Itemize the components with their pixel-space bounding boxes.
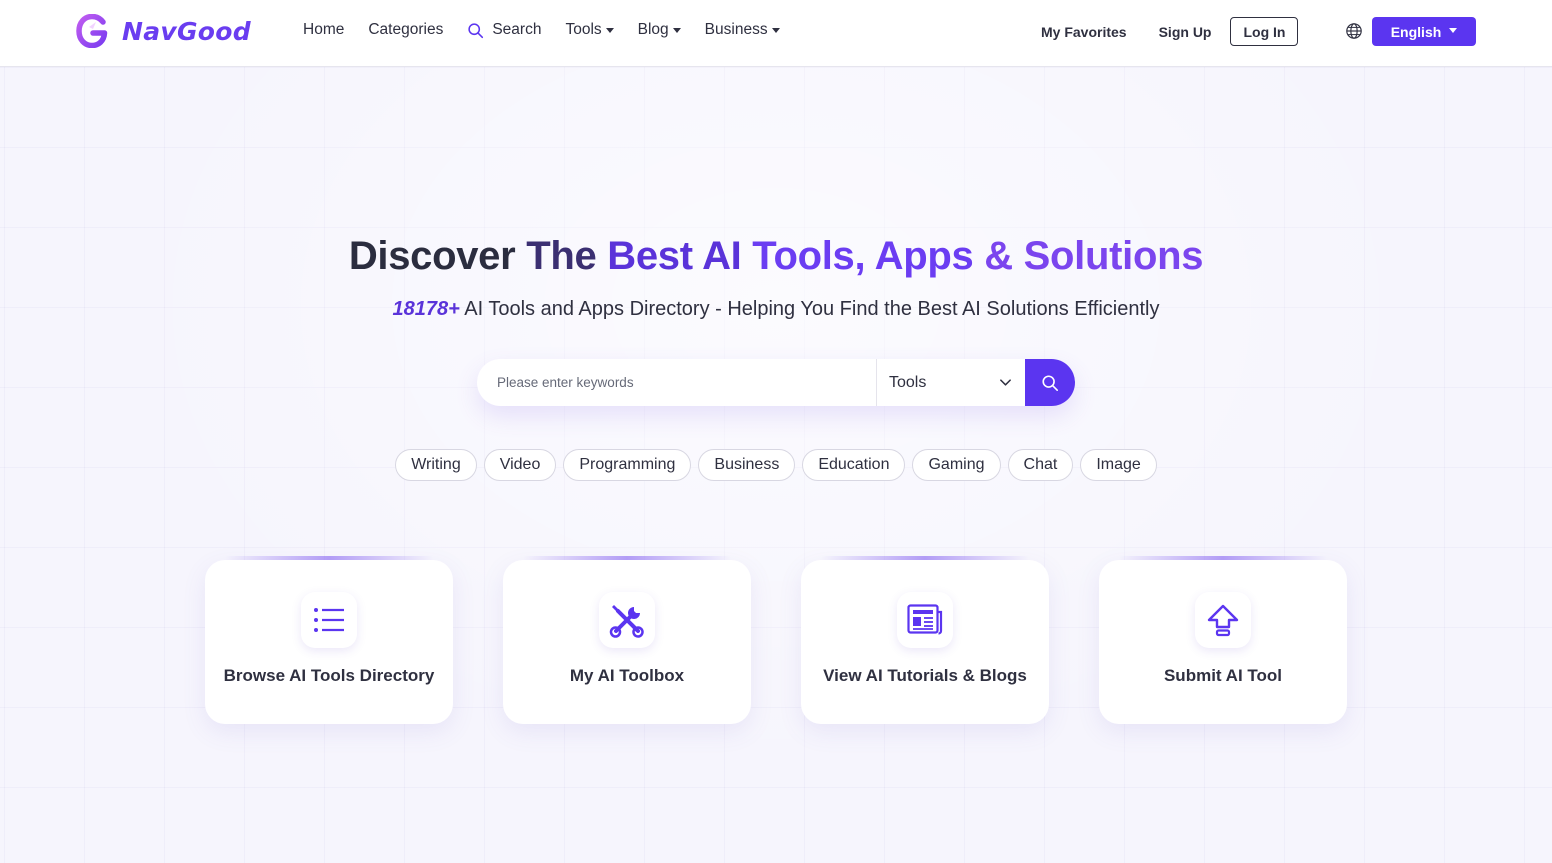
nav-home-label: Home: [303, 21, 345, 38]
upload-icon: [1207, 604, 1239, 637]
globe-icon[interactable]: [1345, 22, 1363, 40]
nav-blog-label: Blog: [637, 21, 669, 38]
brand-name: NavGood: [122, 16, 251, 46]
nav-home[interactable]: Home: [303, 21, 344, 39]
language-label: English: [1390, 23, 1442, 40]
card-label: View AI Tutorials & Blogs: [823, 666, 1027, 685]
hero-title-part1: Discover: [348, 234, 527, 278]
tutorials-blogs-card[interactable]: View AI Tutorials & Blogs: [801, 556, 1049, 724]
nav-business-label: Business: [704, 21, 768, 38]
caret-down-icon: [1449, 28, 1458, 33]
tag-business[interactable]: Business: [698, 449, 796, 481]
card-icon-box: [599, 592, 655, 648]
nav-search[interactable]: Search: [467, 21, 541, 39]
tools-icon: [609, 605, 644, 638]
search-icon: [468, 22, 484, 38]
card-icon-box: [1195, 592, 1251, 648]
language-dropdown-button[interactable]: English: [1372, 17, 1476, 46]
tag-programming[interactable]: Programming: [563, 449, 692, 481]
nav-categories-label: Categories: [368, 21, 444, 38]
hero-title: Discover The Best AI Tools, Apps & Solut…: [0, 234, 1552, 279]
card-label: Browse AI Tools Directory: [223, 666, 435, 685]
my-favorites-link[interactable]: My Favorites: [1041, 24, 1127, 40]
tag-video[interactable]: Video: [483, 449, 557, 481]
card-icon-box: [897, 592, 953, 648]
card-label: My AI Toolbox: [569, 666, 685, 685]
nav-tools-dropdown[interactable]: Tools: [565, 21, 614, 39]
search-type-select[interactable]: Tools: [876, 359, 1025, 406]
submit-tool-card[interactable]: Submit AI Tool: [1099, 556, 1347, 724]
nav-blog-dropdown[interactable]: Blog: [638, 21, 681, 39]
search-submit-button[interactable]: [1025, 359, 1075, 406]
account-nav: My Favorites Sign Up Log In: [1041, 17, 1299, 46]
brand-logo-icon: [76, 14, 108, 48]
tag-education[interactable]: Education: [802, 449, 906, 481]
hero-title-part4: Tools, Apps: [752, 234, 985, 278]
hero-search-bar: Tools: [477, 359, 1075, 406]
nav-search-label: Search: [492, 21, 542, 38]
tool-count: 18178+: [392, 298, 460, 320]
top-navigation-bar: NavGood Home Categories Search Tools Blo…: [0, 0, 1552, 67]
newspaper-icon: [907, 604, 943, 635]
caret-down-icon: [605, 28, 614, 33]
hero-title-part3: Best AI: [607, 234, 753, 278]
tag-writing[interactable]: Writing: [395, 449, 477, 481]
search-icon: [1042, 374, 1059, 391]
main-nav: Home Categories Search Tools Blog Busine…: [303, 21, 804, 39]
brand-logo[interactable]: NavGood: [76, 14, 251, 48]
tag-chat[interactable]: Chat: [1007, 449, 1074, 481]
hero-subtitle: 18178+ AI Tools and Apps Directory - Hel…: [0, 298, 1552, 321]
list-icon: [314, 608, 344, 632]
hero-title-part5: & Solutions: [984, 234, 1204, 278]
nav-business-dropdown[interactable]: Business: [705, 21, 780, 39]
chevron-down-icon: [1000, 379, 1011, 386]
my-toolbox-card[interactable]: My AI Toolbox: [503, 556, 751, 724]
browse-directory-card[interactable]: Browse AI Tools Directory: [205, 556, 453, 724]
log-in-button[interactable]: Log In: [1230, 17, 1299, 46]
tag-image[interactable]: Image: [1080, 449, 1157, 481]
search-input[interactable]: [477, 359, 876, 406]
hero-title-part2: The: [526, 234, 608, 278]
card-label: Submit AI Tool: [1163, 666, 1283, 685]
nav-tools-label: Tools: [565, 21, 602, 38]
tag-gaming[interactable]: Gaming: [912, 449, 1001, 481]
caret-down-icon: [672, 28, 681, 33]
sign-up-link[interactable]: Sign Up: [1159, 24, 1212, 40]
category-tags: Writing Video Programming Business Educa…: [0, 449, 1552, 481]
caret-down-icon: [771, 28, 780, 33]
nav-categories[interactable]: Categories: [368, 21, 443, 39]
hero-subtitle-text: AI Tools and Apps Directory - Helping Yo…: [459, 298, 1160, 320]
card-icon-box: [301, 592, 357, 648]
search-type-value: Tools: [889, 373, 927, 391]
